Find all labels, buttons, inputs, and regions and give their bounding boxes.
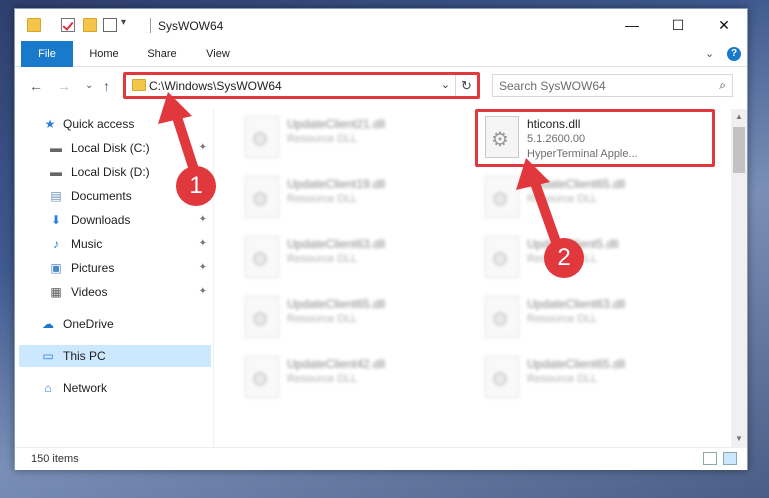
annotation-arrowhead-1: [158, 92, 192, 124]
annotation-arrowhead-2: [516, 158, 550, 190]
annotation-arrow-2: [529, 175, 561, 247]
annotation-overlay: [158, 92, 561, 247]
annotation-badge-1: 1: [176, 166, 216, 206]
annotation-badge-2: 2: [544, 238, 584, 278]
